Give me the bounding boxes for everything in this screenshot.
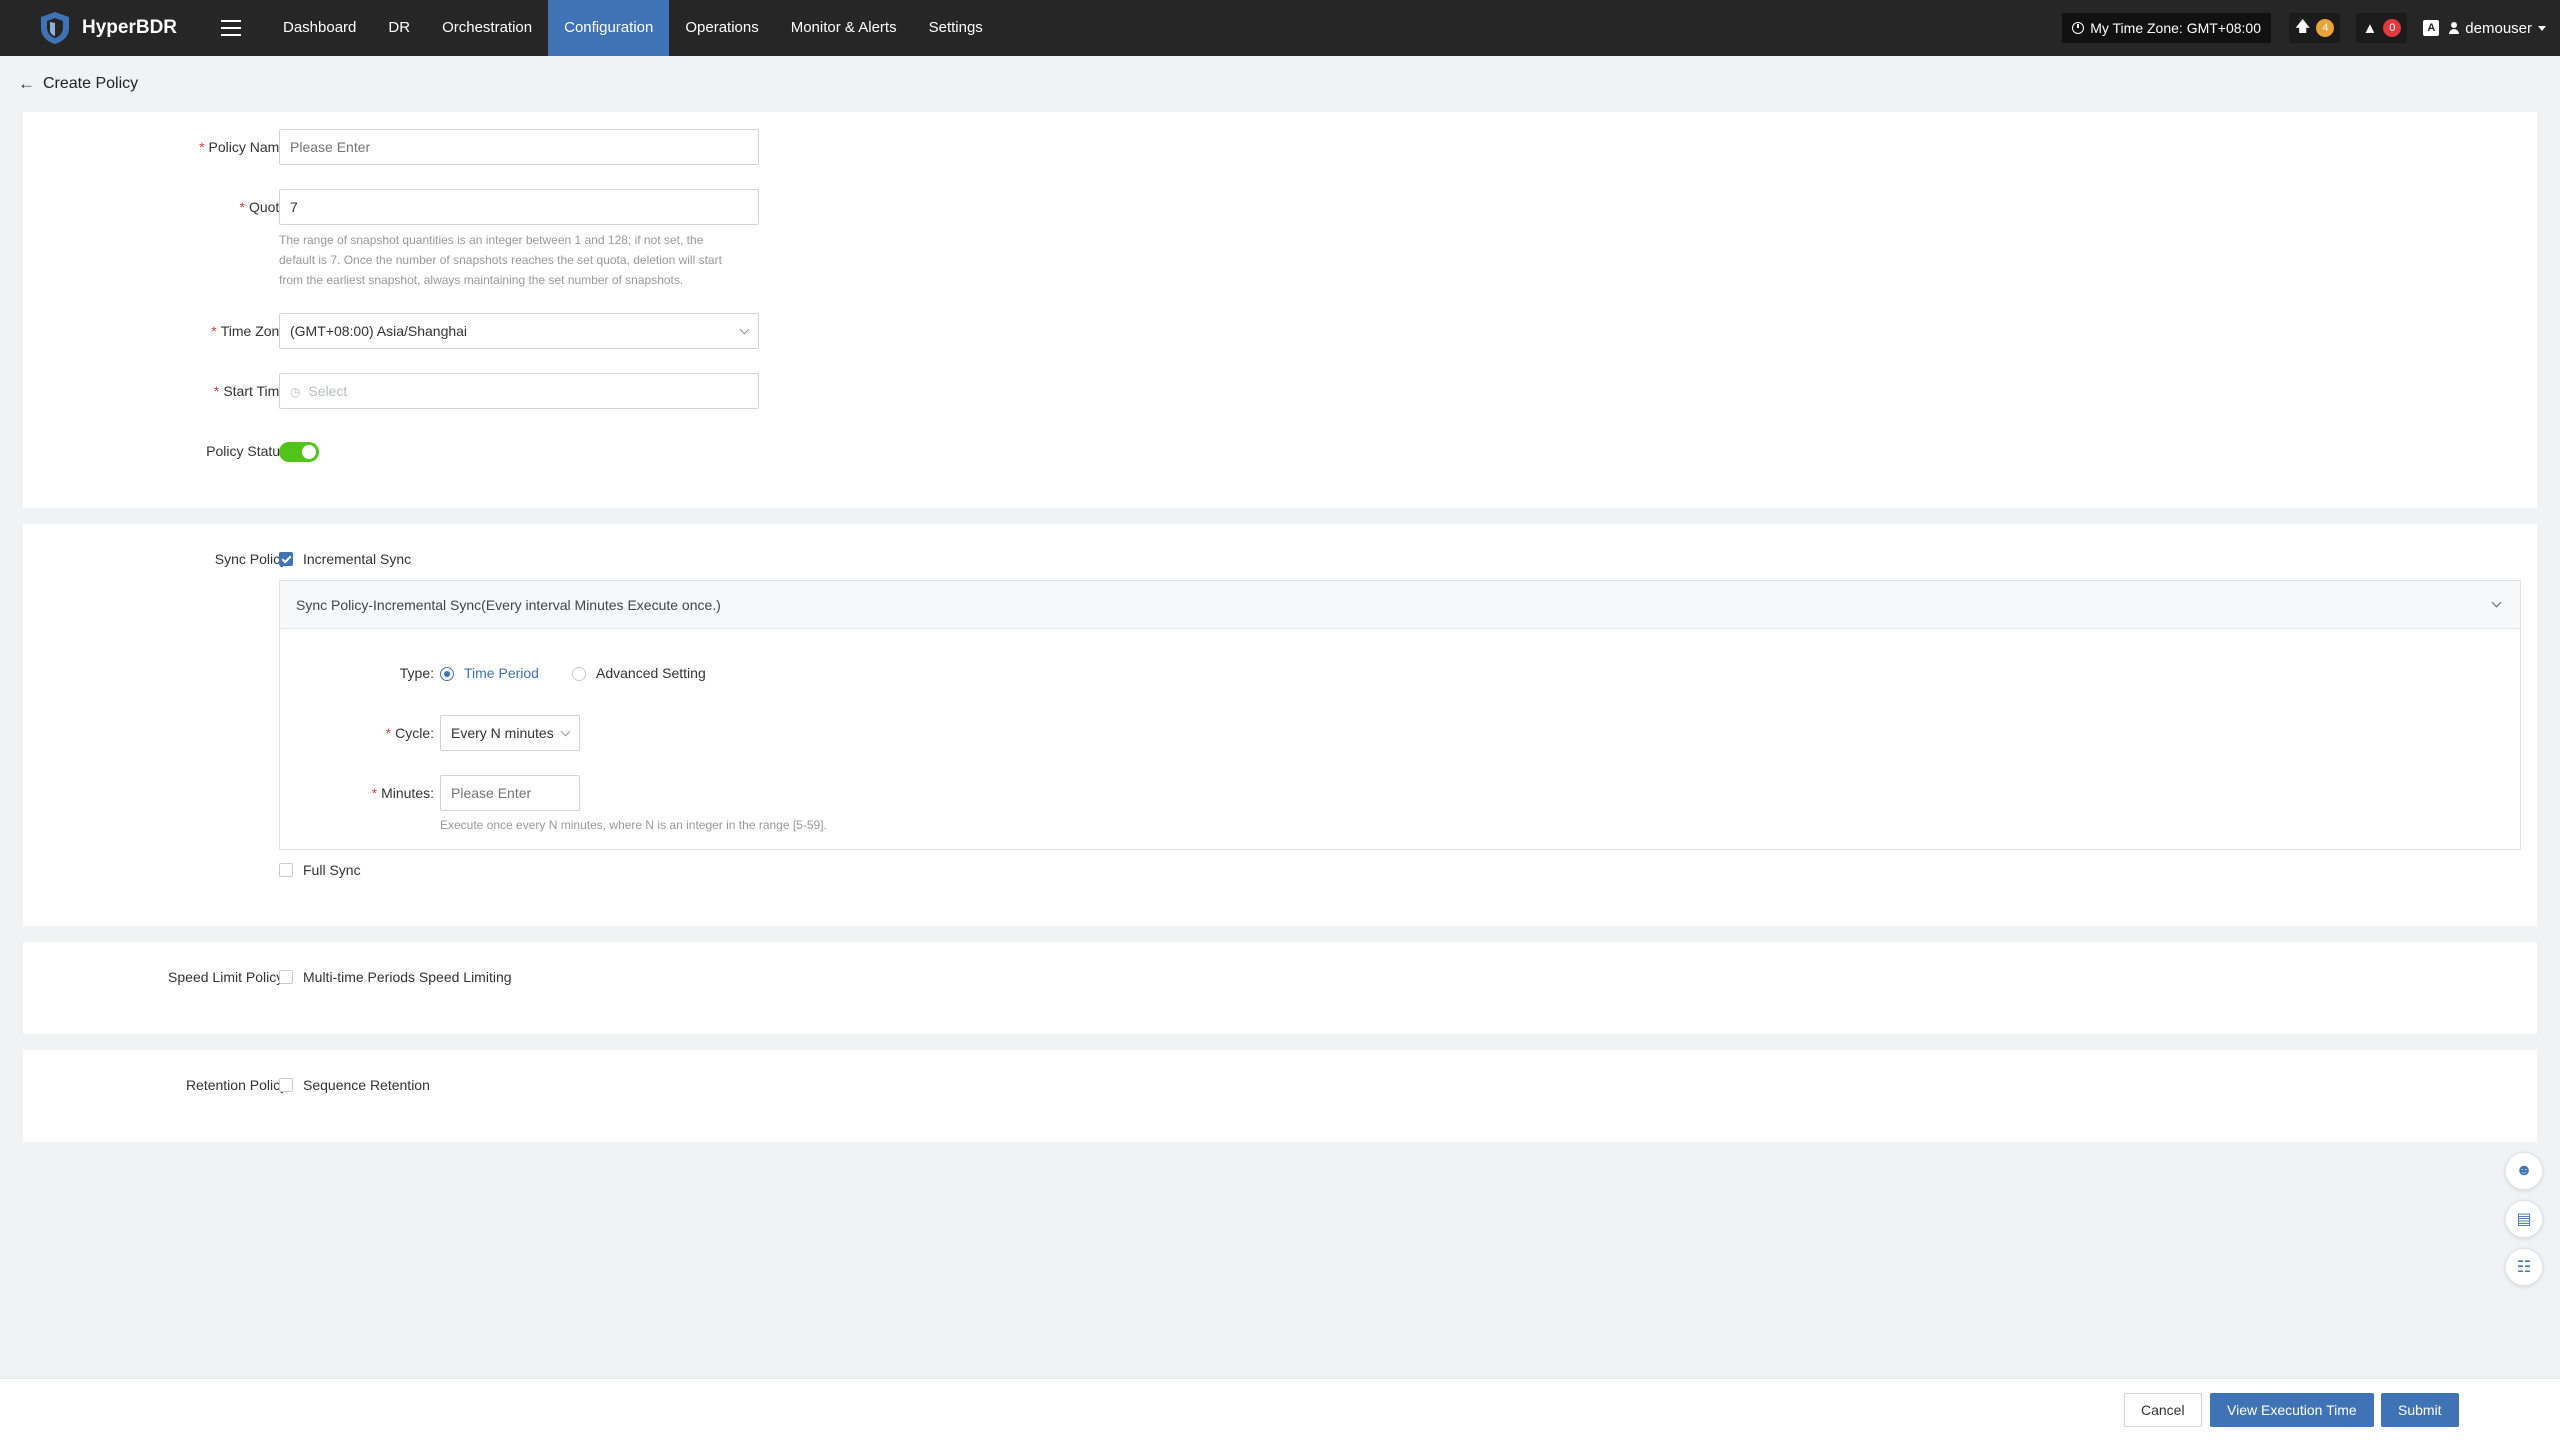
top-bar: HyperBDR Dashboard DR Orchestration Conf…	[0, 0, 2560, 56]
minutes-label: * Minutes:	[371, 785, 434, 801]
clock-icon: ◷	[290, 385, 301, 399]
retention-label: Retention Policy:	[185, 1077, 291, 1093]
speed-limit-checkbox[interactable]	[279, 970, 293, 984]
speed-limit-option: Multi-time Periods Speed Limiting	[303, 969, 512, 985]
chevron-down-icon	[2538, 25, 2546, 31]
chevron-down-icon	[739, 324, 750, 335]
quota-hint: The range of snapshot quantities is an i…	[279, 233, 722, 287]
chevron-down-icon	[560, 726, 571, 737]
page-header: ← Create Policy	[18, 70, 138, 98]
user-menu[interactable]: demouser	[2449, 20, 2546, 37]
clock-icon	[2072, 22, 2085, 34]
nav-settings[interactable]: Settings	[913, 0, 999, 56]
back-arrow-icon[interactable]: ←	[18, 74, 35, 94]
type-label: Type:	[399, 665, 434, 681]
nav-dashboard[interactable]: Dashboard	[267, 0, 372, 56]
upgrade-count-badge: 4	[2316, 19, 2335, 37]
font-size-icon[interactable]: A	[2423, 20, 2440, 36]
quota-input[interactable]	[279, 189, 759, 225]
menu-toggle-icon[interactable]	[221, 20, 241, 36]
policy-name-input[interactable]	[279, 129, 759, 165]
speed-limit-card: Speed Limit Policy : Multi-time Periods …	[23, 942, 2537, 1034]
incremental-sync-panel: Sync Policy-Incremental Sync(Every inter…	[279, 580, 2521, 850]
submit-button[interactable]: Submit	[2381, 1393, 2459, 1427]
footer-bar: Cancel View Execution Time Submit	[0, 1378, 2560, 1440]
speed-limit-label: Speed Limit Policy :	[168, 969, 291, 985]
retention-checkbox[interactable]	[279, 1078, 293, 1092]
incremental-sync-label: Incremental Sync	[303, 551, 412, 567]
alert-count-badge: 0	[2383, 19, 2402, 37]
policy-status-toggle[interactable]	[279, 442, 319, 462]
user-icon	[2449, 22, 2460, 34]
full-sync-label: Full Sync	[303, 862, 361, 878]
panel-title: Sync Policy-Incremental Sync(Every inter…	[296, 596, 721, 613]
top-right-tools: My Time Zone: GMT+08:00 🡅 4 ▲ 0 A demous…	[2062, 0, 2560, 56]
hyperbdr-logo-icon	[41, 12, 69, 44]
incremental-sync-panel-header[interactable]: Sync Policy-Incremental Sync(Every inter…	[280, 581, 2520, 629]
page-title: Create Policy	[43, 75, 139, 92]
time-period-label: Time Period	[464, 665, 539, 681]
nav-configuration[interactable]: Configuration	[548, 0, 670, 56]
chevron-down-icon	[2491, 597, 2502, 608]
radio-time-period[interactable]	[440, 667, 454, 681]
brand[interactable]: HyperBDR	[38, 10, 193, 46]
full-sync-checkbox[interactable]	[279, 863, 293, 877]
assistant-icon[interactable]: ☻	[2505, 1152, 2543, 1190]
retention-card: Retention Policy: Sequence Retention	[23, 1050, 2537, 1142]
incremental-sync-checkbox[interactable]	[279, 552, 293, 566]
upgrade-button[interactable]: 🡅 4	[2289, 13, 2341, 43]
clipboard-icon[interactable]: ☷	[2505, 1248, 2543, 1286]
username: demouser	[2465, 19, 2532, 37]
time-zone-select[interactable]: (GMT+08:00) Asia/Shanghai	[279, 313, 759, 349]
book-icon[interactable]: ▤	[2505, 1200, 2543, 1238]
retention-option: Sequence Retention	[303, 1077, 430, 1093]
cycle-value: Every N minutes	[451, 725, 554, 741]
time-zone-value: (GMT+08:00) Asia/Shanghai	[290, 323, 468, 339]
minutes-hint: Execute once every N minutes, where N is…	[440, 818, 827, 832]
alerts-button[interactable]: ▲ 0	[2356, 13, 2408, 43]
nav-dr[interactable]: DR	[372, 0, 426, 56]
warning-icon: ▲	[2362, 19, 2378, 37]
advanced-setting-label: Advanced Setting	[596, 665, 706, 681]
policy-name-label: * Policy Name:	[199, 139, 291, 155]
timezone-indicator[interactable]: My Time Zone: GMT+08:00	[2062, 13, 2272, 43]
nav-operations[interactable]: Operations	[669, 0, 774, 56]
nav-orchestration[interactable]: Orchestration	[426, 0, 548, 56]
main-nav: Dashboard DR Orchestration Configuration…	[267, 0, 999, 56]
radio-advanced-setting[interactable]	[572, 667, 586, 681]
app-name: HyperBDR	[82, 17, 178, 38]
minutes-input[interactable]	[440, 775, 580, 811]
view-execution-time-button[interactable]: View Execution Time	[2210, 1393, 2374, 1427]
start-time-placeholder: Select	[308, 383, 348, 399]
start-time-picker[interactable]: ◷ Select	[279, 373, 759, 409]
cancel-button[interactable]: Cancel	[2124, 1393, 2202, 1427]
timezone-text: My Time Zone: GMT+08:00	[2090, 20, 2262, 36]
cycle-select[interactable]: Every N minutes	[440, 715, 580, 751]
nav-monitor-alerts[interactable]: Monitor & Alerts	[775, 0, 913, 56]
cycle-label: * Cycle:	[385, 725, 434, 741]
sync-policy-card: Sync Policy: Incremental Sync Sync Polic…	[23, 524, 2537, 926]
arrow-up-icon: 🡅	[2295, 17, 2311, 35]
basic-info-card: *Policy Name: *Quota: The range of snaps…	[23, 112, 2537, 508]
